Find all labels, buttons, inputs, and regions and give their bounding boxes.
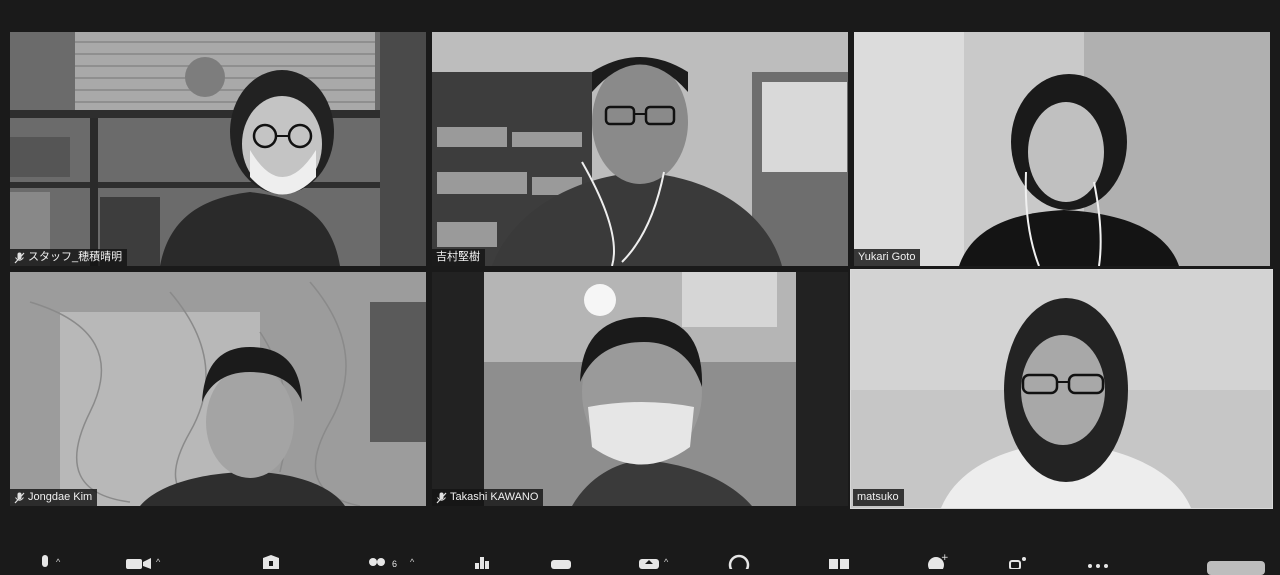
- muted-microphone-icon: [14, 252, 25, 263]
- chevron-up-icon[interactable]: ^: [156, 557, 160, 567]
- polls-button[interactable]: [472, 553, 492, 569]
- participant-name-tag: スタッフ_穂積晴明: [10, 249, 128, 266]
- video-feed: [851, 270, 1272, 508]
- apps-button[interactable]: [1008, 553, 1030, 569]
- video-tile-5[interactable]: Takashi KAWANO: [432, 272, 848, 506]
- meeting-toolbar: ^ ^ 6 ^ ^ +: [0, 545, 1280, 569]
- record-button[interactable]: [728, 553, 750, 569]
- reactions-button[interactable]: +: [926, 553, 948, 569]
- security-button[interactable]: [262, 553, 280, 569]
- participant-name-tag: Takashi KAWANO: [432, 489, 544, 506]
- video-feed: [432, 32, 848, 266]
- video-feed: [432, 272, 848, 506]
- participant-name-tag: Yukari Goto: [854, 249, 921, 266]
- participants-icon: [369, 558, 385, 566]
- video-feed: [10, 272, 426, 506]
- share-screen-icon: [639, 559, 659, 569]
- participant-name-tag: 吉村堅樹: [432, 249, 485, 266]
- security-shield-icon: [263, 555, 279, 569]
- apps-icon: [1009, 557, 1026, 569]
- video-grid: スタッフ_穂積晴明 吉村堅樹 Yukari Goto Jongdae Kim T…: [0, 0, 1280, 569]
- chevron-up-icon[interactable]: ^: [664, 557, 668, 567]
- microphone-icon: [42, 555, 48, 567]
- muted-microphone-icon: [436, 492, 447, 503]
- participants-button[interactable]: 6 ^: [366, 553, 414, 569]
- video-feed: [10, 32, 426, 266]
- video-tile-1[interactable]: スタッフ_穂積晴明: [10, 32, 426, 266]
- participant-name: Takashi KAWANO: [450, 491, 539, 503]
- end-meeting-button[interactable]: [1207, 561, 1265, 575]
- video-camera-icon: [126, 558, 151, 569]
- participant-name: スタッフ_穂積晴明: [28, 251, 123, 263]
- chevron-up-icon[interactable]: ^: [56, 557, 60, 567]
- video-tile-2[interactable]: 吉村堅樹: [432, 32, 848, 266]
- video-feed: [854, 32, 1270, 266]
- share-screen-button[interactable]: ^: [638, 553, 668, 569]
- svg-text:+: +: [941, 553, 948, 563]
- participant-count: 6: [392, 559, 398, 569]
- video-tile-4[interactable]: Jongdae Kim: [10, 272, 426, 506]
- microphone-button[interactable]: ^: [38, 553, 60, 569]
- poll-chart-icon: [475, 557, 489, 569]
- record-icon: [728, 554, 750, 569]
- breakout-rooms-button[interactable]: [828, 553, 850, 569]
- video-tile-6[interactable]: matsuko: [850, 269, 1273, 509]
- participant-name: Yukari Goto: [858, 251, 916, 263]
- muted-microphone-icon: [14, 492, 25, 503]
- video-button[interactable]: ^: [126, 553, 160, 569]
- chat-button[interactable]: [550, 553, 572, 569]
- more-icon: [1088, 564, 1108, 568]
- more-button[interactable]: [1086, 553, 1110, 569]
- breakout-rooms-icon: [829, 559, 849, 569]
- chevron-up-icon[interactable]: ^: [410, 557, 414, 567]
- participant-name: Jongdae Kim: [28, 491, 93, 503]
- participant-name-tag: matsuko: [853, 489, 904, 506]
- video-tile-3[interactable]: Yukari Goto: [854, 32, 1270, 266]
- participant-name-tag: Jongdae Kim: [10, 489, 98, 506]
- participant-name: matsuko: [857, 491, 899, 503]
- reactions-icon: +: [928, 553, 948, 569]
- participant-name: 吉村堅樹: [436, 251, 480, 263]
- chat-icon: [551, 560, 571, 569]
